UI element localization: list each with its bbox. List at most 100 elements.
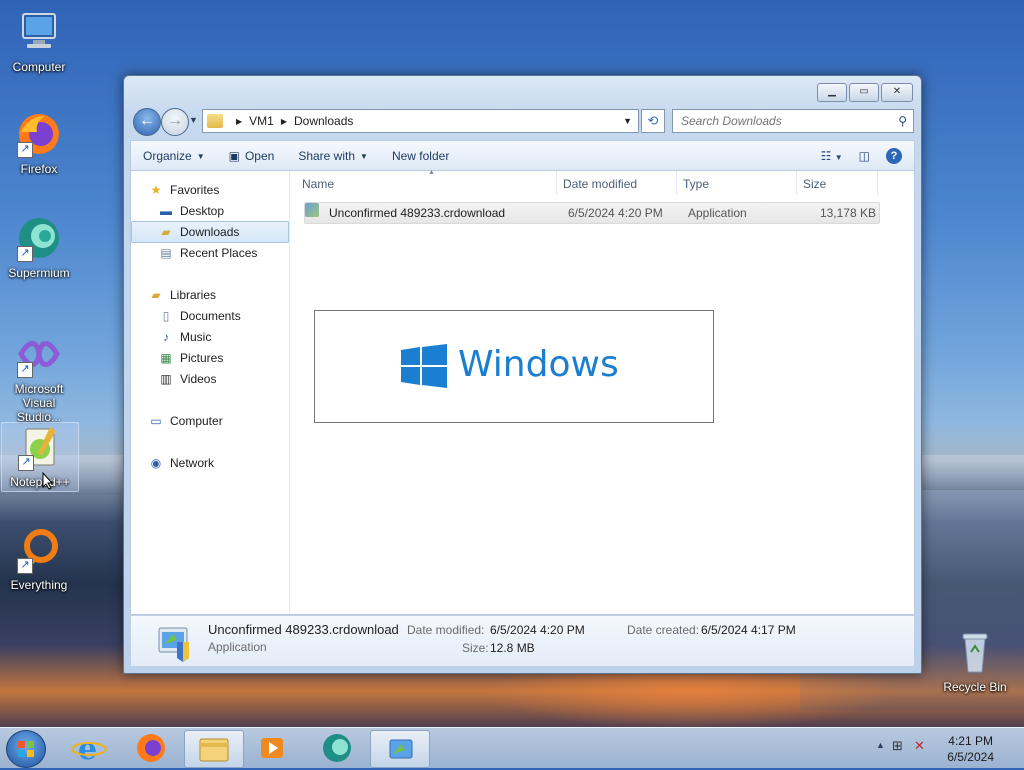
- minimize-button[interactable]: ▁: [817, 83, 847, 102]
- dropdown-arrow-icon: ▼: [834, 153, 843, 162]
- windows-orb-icon: [18, 741, 34, 757]
- shortcut-arrow-icon: ↗: [17, 246, 33, 262]
- address-bar[interactable]: ▶ VM1 ▶ Downloads ▼: [202, 109, 639, 133]
- explorer-window[interactable]: ▁ ▭ ✕ ← → ▼ ▶ VM1 ▶ Downloads ▼ ⟲ ⚲ Orga…: [123, 75, 922, 674]
- libraries-icon: ▰: [151, 288, 161, 302]
- command-bar: Organize ▼ ▣ Open Share with ▼ New folder ☷…: [130, 140, 915, 171]
- notepad-plus-plus-icon: ↗: [16, 423, 64, 471]
- nav-label: Libraries: [170, 288, 217, 302]
- recent-pages-dropdown[interactable]: ▼: [189, 115, 198, 125]
- application-file-icon: [305, 203, 319, 217]
- network-status-icon[interactable]: ⊞: [892, 738, 903, 754]
- nav-label: Recent Places: [180, 246, 258, 260]
- start-button[interactable]: [6, 730, 46, 768]
- search-input[interactable]: [679, 113, 888, 129]
- file-size: 13,178 KB: [819, 206, 876, 220]
- navigation-bar: ← → ▼ ▶ VM1 ▶ Downloads ▼ ⟲ ⚲: [130, 106, 915, 136]
- nav-libraries[interactable]: ▰ Libraries: [148, 285, 304, 305]
- details-file-name: Unconfirmed 489233.crdownload: [208, 622, 399, 637]
- breadcrumb-downloads[interactable]: Downloads: [294, 114, 353, 128]
- desktop-icon-everything[interactable]: ↗ Everything: [1, 526, 77, 592]
- column-size[interactable]: Size: [803, 177, 826, 191]
- show-hidden-icons-button[interactable]: ▲: [876, 740, 885, 750]
- address-dropdown-icon[interactable]: ▼: [623, 116, 632, 126]
- desktop-icon-computer[interactable]: Computer: [1, 8, 77, 74]
- organize-label: Organize: [143, 149, 192, 163]
- desktop-icon-notepad-plus-plus[interactable]: ↗ Notepad++: [1, 422, 79, 492]
- shortcut-arrow-icon: ↗: [17, 362, 33, 378]
- maximize-button[interactable]: ▭: [849, 83, 879, 102]
- downloads-folder-icon: ▰: [161, 225, 171, 239]
- preview-pane-button[interactable]: ◫: [859, 149, 870, 163]
- forward-button[interactable]: →: [161, 108, 189, 136]
- new-folder-button[interactable]: New folder: [380, 149, 461, 163]
- details-date-modified-label: Date modified:: [407, 623, 485, 637]
- details-date-modified-value: 6/5/2024 4:20 PM: [490, 623, 585, 637]
- file-row[interactable]: Unconfirmed 489233.crdownload 6/5/2024 4…: [304, 202, 880, 224]
- desktop-icon-supermium[interactable]: ↗ Supermium: [1, 214, 77, 280]
- nav-downloads[interactable]: ▰ Downloads: [131, 221, 289, 243]
- column-date-modified[interactable]: Date modified: [563, 177, 637, 191]
- file-type: Application: [688, 206, 747, 220]
- search-box[interactable]: ⚲: [672, 109, 914, 133]
- desktop-icon-label: Recycle Bin: [943, 680, 1007, 694]
- close-button[interactable]: ✕: [881, 83, 913, 102]
- column-headers: Name ▲ Date modified Type Size: [290, 169, 914, 195]
- desktop-icon-label: Microsoft Visual Studio...: [14, 382, 64, 424]
- taskbar-media-player[interactable]: [244, 730, 302, 766]
- nav-label: Music: [180, 330, 212, 344]
- nav-label: Pictures: [180, 351, 224, 365]
- desktop-icon-visual-studio[interactable]: ↗ Microsoft Visual Studio...: [1, 330, 77, 424]
- taskbar-supermium[interactable]: [308, 730, 366, 766]
- computer-icon: ▭: [150, 414, 162, 428]
- details-size-label: Size:: [462, 641, 489, 655]
- shortcut-arrow-icon: ↗: [17, 142, 33, 158]
- windows-logo-overlay: Windows: [314, 310, 714, 423]
- taskbar-internet-explorer[interactable]: e: [60, 730, 118, 767]
- everything-icon: ↗: [15, 526, 63, 574]
- desktop-icon-firefox[interactable]: ↗ Firefox: [1, 110, 77, 176]
- recycle-bin-icon: [951, 628, 999, 676]
- nav-label: Network: [170, 456, 215, 470]
- mouse-cursor-icon: [42, 472, 54, 490]
- desktop-icon-label: Notepad++: [10, 475, 70, 489]
- details-pane: Unconfirmed 489233.crdownload Applicatio…: [130, 615, 915, 667]
- pictures-icon: ▦: [160, 351, 172, 365]
- organize-button[interactable]: Organize ▼: [131, 149, 217, 163]
- back-button[interactable]: ←: [133, 108, 161, 136]
- explorer-body: ★ Favorites ▬ Desktop ▰ Downloads ▤ Recent P…: [130, 169, 915, 615]
- firefox-icon: ↗: [15, 110, 63, 158]
- taskbar-download-installer[interactable]: [370, 730, 430, 768]
- nav-label: Favorites: [170, 183, 220, 197]
- new-folder-label: New folder: [391, 149, 450, 163]
- recent-places-icon: ▤: [160, 246, 172, 260]
- open-button[interactable]: ▣ Open: [217, 149, 287, 163]
- open-label: Open: [244, 149, 275, 163]
- details-file-type: Application: [208, 640, 267, 654]
- column-name[interactable]: Name: [302, 177, 334, 191]
- refresh-button[interactable]: ⟲: [641, 109, 665, 133]
- application-icon: ▣: [228, 149, 240, 163]
- windows-logo-text: Windows: [458, 344, 619, 385]
- media-player-icon: [261, 738, 283, 758]
- file-list-pane[interactable]: Name ▲ Date modified Type Size Unconfirm…: [290, 169, 914, 614]
- nav-network[interactable]: ◉ Network: [148, 453, 304, 473]
- column-type[interactable]: Type: [683, 177, 709, 191]
- taskbar-firefox[interactable]: [122, 730, 180, 766]
- nav-label: Documents: [180, 309, 241, 323]
- nav-favorites[interactable]: ★ Favorites: [148, 180, 304, 200]
- help-icon[interactable]: ?: [886, 148, 902, 164]
- volume-muted-icon[interactable]: ✕: [914, 738, 925, 754]
- taskbar-file-explorer[interactable]: [184, 730, 244, 768]
- breadcrumb-vm1[interactable]: VM1: [249, 114, 274, 128]
- change-view-button[interactable]: ☷ ▼: [821, 149, 843, 163]
- supermium-icon: ↗: [15, 214, 63, 262]
- navigation-pane[interactable]: ★ Favorites ▬ Desktop ▰ Downloads ▤ Recent P…: [131, 171, 290, 614]
- star-icon: ★: [150, 183, 162, 197]
- desktop-icon-recycle-bin[interactable]: Recycle Bin: [937, 628, 1013, 694]
- desktop-icon-label: Computer: [12, 60, 66, 74]
- documents-icon: ▯: [162, 309, 170, 323]
- share-with-button[interactable]: Share with ▼: [286, 149, 380, 163]
- nav-computer[interactable]: ▭ Computer: [148, 411, 304, 431]
- clock[interactable]: 4:21 PM 6/5/2024: [947, 733, 994, 765]
